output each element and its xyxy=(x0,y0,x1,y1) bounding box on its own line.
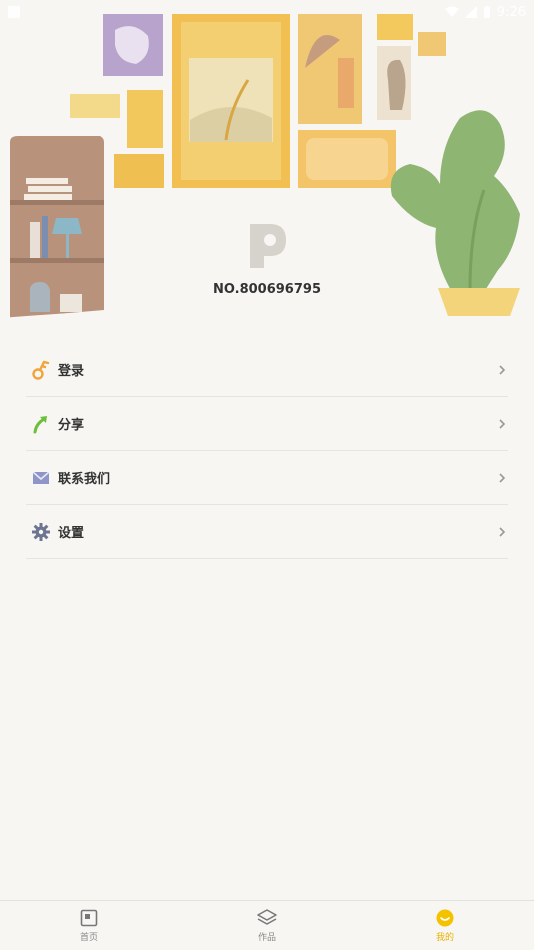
menu-label-share: 分享 xyxy=(58,418,85,433)
mail-icon xyxy=(30,467,52,489)
menu-item-contact-us[interactable]: 联系我们 xyxy=(26,451,508,505)
chevron-right-icon xyxy=(499,364,506,375)
chevron-right-icon xyxy=(499,418,506,429)
gear-icon xyxy=(30,521,52,543)
key-icon xyxy=(30,359,52,381)
chevron-right-icon xyxy=(499,472,506,483)
tab-works[interactable]: 作品 xyxy=(178,901,356,950)
status-time: 9:26 xyxy=(496,4,526,20)
tab-home[interactable]: 首页 xyxy=(0,901,178,950)
tab-mine-label: 我的 xyxy=(435,932,454,943)
tab-home-label: 首页 xyxy=(79,932,98,943)
status-bar: 9:26 xyxy=(0,0,534,24)
home-icon xyxy=(80,909,98,926)
chevron-right-icon xyxy=(499,526,506,537)
profile-menu: 登录 分享 联系我们 设置 xyxy=(26,343,508,559)
signal-icon xyxy=(464,6,477,18)
share-arrow-icon xyxy=(30,413,52,435)
tab-works-label: 作品 xyxy=(257,932,276,943)
layers-icon xyxy=(257,908,277,925)
menu-label-login: 登录 xyxy=(58,364,85,379)
notification-icon xyxy=(8,6,20,18)
user-number: NO.800696795 xyxy=(213,282,321,297)
menu-label-settings: 设置 xyxy=(58,526,85,541)
smile-icon xyxy=(436,909,454,926)
bottom-tab-bar: 首页 作品 我的 xyxy=(0,900,534,950)
wifi-icon xyxy=(444,6,459,17)
menu-item-settings[interactable]: 设置 xyxy=(26,505,508,559)
battery-icon xyxy=(483,5,490,18)
profile-hero-illustration xyxy=(0,0,534,330)
app-logo-icon xyxy=(250,224,286,268)
menu-label-contact-us: 联系我们 xyxy=(58,472,111,487)
menu-item-share[interactable]: 分享 xyxy=(26,397,508,451)
tab-mine[interactable]: 我的 xyxy=(356,901,534,950)
menu-item-login[interactable]: 登录 xyxy=(26,343,508,397)
